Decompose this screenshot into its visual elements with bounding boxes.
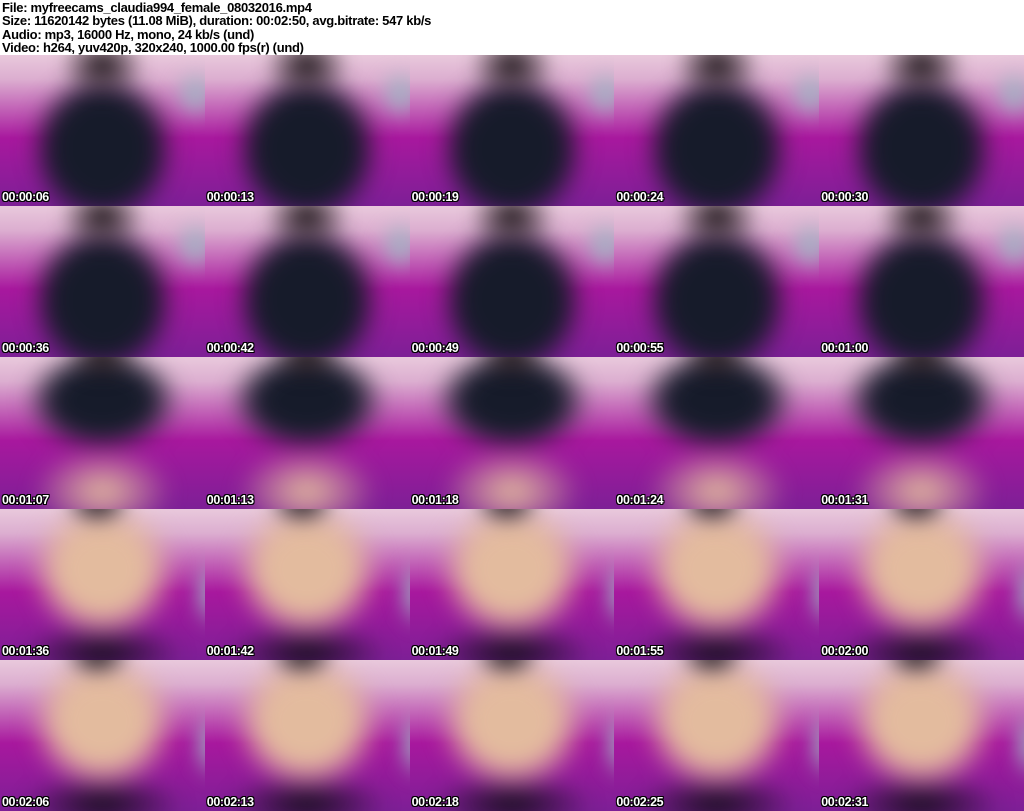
timestamp-overlay: 00:00:49 [411, 341, 459, 356]
video-info-line: Video: h264, yuv420p, 320x240, 1000.00 f… [2, 40, 304, 56]
timestamp-overlay: 00:02:06 [2, 794, 49, 809]
contact-sheet: File: myfreecams_claudia994_female_08032… [0, 0, 1024, 811]
timestamp-overlay: 00:01:18 [411, 492, 459, 507]
file-size-line: Size: 11620142 bytes (11.08 MiB), durati… [2, 13, 432, 29]
video-thumbnail: 00:02:31 [819, 659, 1024, 811]
timestamp-overlay: 00:01:13 [206, 492, 254, 507]
timestamp-overlay: 00:02:13 [206, 794, 254, 809]
timestamp-overlay: 00:02:25 [616, 794, 664, 809]
audio-info-line: Audio: mp3, 16000 Hz, mono, 24 kb/s (und… [2, 26, 255, 42]
video-thumbnail: 00:02:18 [409, 659, 615, 811]
video-thumbnail: 00:01:31 [819, 357, 1024, 509]
video-thumbnail: 00:02:00 [819, 508, 1024, 660]
timestamp-overlay: 00:00:24 [616, 190, 664, 205]
timestamp-overlay: 00:00:42 [206, 341, 254, 356]
video-thumbnail: 00:01:36 [0, 508, 205, 660]
timestamp-overlay: 00:01:55 [616, 643, 664, 658]
video-thumbnail: 00:00:49 [409, 206, 615, 358]
video-thumbnail: 00:00:42 [204, 206, 410, 358]
timestamp-overlay: 00:00:19 [411, 190, 459, 205]
file-metadata-header: File: myfreecams_claudia994_female_08032… [0, 0, 1024, 55]
video-thumbnail: 00:01:18 [409, 357, 615, 509]
video-thumbnail: 00:01:00 [819, 206, 1024, 358]
timestamp-overlay: 00:01:42 [206, 643, 254, 658]
thumbnail-grid: 00:00:06 00:00:13 00:00:19 00:00:24 00:00:30… [0, 55, 1024, 811]
video-thumbnail: 00:02:13 [204, 659, 410, 811]
timestamp-overlay: 00:00:13 [206, 190, 254, 205]
video-thumbnail: 00:01:13 [204, 357, 410, 509]
video-thumbnail: 00:02:25 [614, 659, 820, 811]
timestamp-overlay: 00:02:18 [411, 794, 459, 809]
video-thumbnail: 00:02:06 [0, 659, 205, 811]
timestamp-overlay: 00:00:55 [616, 341, 664, 356]
video-thumbnail: 00:00:19 [409, 55, 615, 207]
timestamp-overlay: 00:01:31 [821, 492, 869, 507]
video-thumbnail: 00:01:07 [0, 357, 205, 509]
timestamp-overlay: 00:00:36 [2, 341, 49, 356]
timestamp-overlay: 00:00:06 [2, 190, 49, 205]
timestamp-overlay: 00:00:30 [821, 190, 869, 205]
timestamp-overlay: 00:01:24 [616, 492, 664, 507]
video-thumbnail: 00:00:06 [0, 55, 205, 207]
timestamp-overlay: 00:01:36 [2, 643, 49, 658]
timestamp-overlay: 00:01:49 [411, 643, 459, 658]
video-thumbnail: 00:00:55 [614, 206, 820, 358]
video-thumbnail: 00:01:49 [409, 508, 615, 660]
video-thumbnail: 00:01:24 [614, 357, 820, 509]
video-thumbnail: 00:00:24 [614, 55, 820, 207]
video-thumbnail: 00:00:13 [204, 55, 410, 207]
timestamp-overlay: 00:01:07 [2, 492, 49, 507]
video-thumbnail: 00:00:36 [0, 206, 205, 358]
timestamp-overlay: 00:01:00 [821, 341, 869, 356]
timestamp-overlay: 00:02:00 [821, 643, 869, 658]
timestamp-overlay: 00:02:31 [821, 794, 869, 809]
file-name-line: File: myfreecams_claudia994_female_08032… [2, 0, 312, 15]
video-thumbnail: 00:01:55 [614, 508, 820, 660]
video-thumbnail: 00:01:42 [204, 508, 410, 660]
video-thumbnail: 00:00:30 [819, 55, 1024, 207]
